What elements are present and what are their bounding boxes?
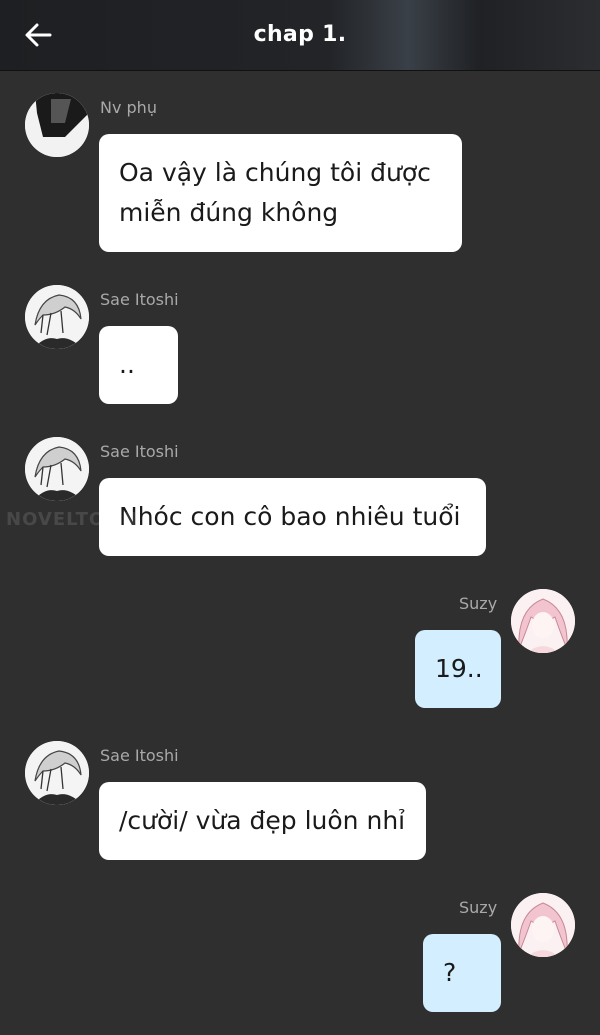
avatar[interactable]: [511, 589, 575, 653]
avatar[interactable]: [25, 285, 89, 349]
top-bar: chap 1.: [0, 0, 600, 71]
sender-name: Suzy: [459, 898, 498, 917]
watermark: NOVELTOON: [6, 509, 138, 530]
sender-name: Nv phụ: [100, 98, 157, 117]
message-bubble[interactable]: 19..: [415, 630, 501, 708]
dark-avatar-icon: [25, 93, 89, 157]
sender-name: Sae Itoshi: [100, 442, 179, 461]
suzy-avatar-icon: [511, 589, 575, 653]
chapter-title: chap 1.: [253, 22, 347, 47]
message-bubble[interactable]: ?: [423, 934, 501, 1012]
message-bubble[interactable]: /cười/ vừa đẹp luôn nhỉ: [99, 782, 426, 860]
sender-name: Sae Itoshi: [100, 746, 179, 765]
sae-avatar-icon: [25, 285, 89, 349]
avatar[interactable]: [25, 437, 89, 501]
chat-thread[interactable]: Nv phụ Oa vậy là chúng tôi được miễn đún…: [0, 71, 600, 1035]
message-bubble[interactable]: ..: [99, 326, 178, 404]
sender-name: Sae Itoshi: [100, 290, 179, 309]
sae-avatar-icon: [25, 741, 89, 805]
message-bubble[interactable]: Oa vậy là chúng tôi được miễn đúng không: [99, 134, 462, 252]
avatar[interactable]: [25, 741, 89, 805]
sae-avatar-icon: [25, 437, 89, 501]
suzy-avatar-icon: [511, 893, 575, 957]
avatar[interactable]: [25, 93, 89, 157]
sender-name: Suzy: [459, 594, 498, 613]
avatar[interactable]: [511, 893, 575, 957]
message-bubble[interactable]: Nhóc con cô bao nhiêu tuổi: [99, 478, 486, 556]
